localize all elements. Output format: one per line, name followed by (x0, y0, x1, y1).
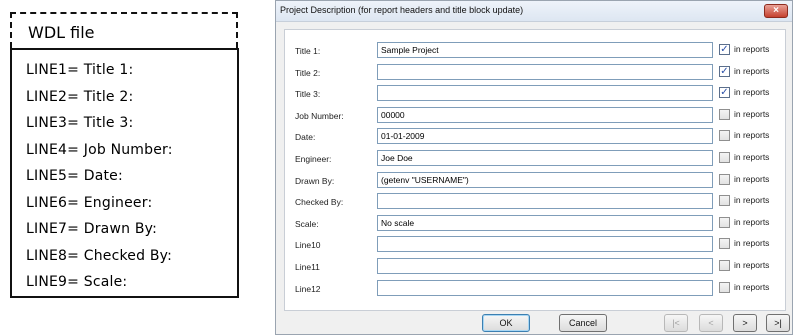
in-reports-label: in reports (734, 216, 770, 227)
field-input[interactable]: Sample Project (377, 42, 713, 58)
checkmark-icon: ✓ (720, 44, 729, 55)
wdl-line: LINE4= Job Number: (26, 141, 173, 158)
field-row: Checked By: in reports (285, 193, 785, 213)
in-reports-label: in reports (734, 173, 770, 184)
field-label: Title 3: (295, 89, 321, 100)
in-reports-checkbox[interactable] (719, 238, 730, 250)
in-reports-checkbox[interactable]: ✓ (719, 65, 730, 77)
wdl-line: LINE6= Engineer: (26, 194, 153, 211)
last-record-button[interactable]: >| (766, 314, 790, 332)
cancel-button[interactable]: Cancel (559, 314, 607, 332)
field-input[interactable]: No scale (377, 214, 713, 231)
field-row: Line12 in reports (285, 279, 785, 300)
field-label: Date: (295, 132, 316, 143)
field-label: Title 1: (295, 46, 321, 56)
field-label: Job Number: (295, 110, 344, 121)
field-row: Drawn By: (getenv "USERNAME") in reports (285, 171, 785, 192)
wdl-line: LINE9= Scale: (26, 274, 128, 290)
in-reports-checkbox[interactable]: ✓ (719, 87, 730, 99)
field-input[interactable]: (getenv "USERNAME") (377, 171, 713, 188)
field-label: Engineer: (295, 154, 332, 164)
wdl-line: LINE2= Title 2: (26, 88, 134, 105)
field-input[interactable] (377, 236, 713, 253)
in-reports-checkbox[interactable] (719, 281, 730, 293)
field-label: Line10 (295, 240, 321, 251)
in-reports-checkbox[interactable] (719, 152, 730, 163)
close-button[interactable]: × (764, 4, 788, 18)
ok-button[interactable]: OK (482, 314, 530, 332)
in-reports-label: in reports (734, 87, 770, 98)
fields-panel: Title 1: Sample Project ✓ in reports Title 2… (284, 29, 786, 311)
checkmark-icon: ✓ (720, 65, 729, 77)
field-input[interactable]: 01-01-2009 (377, 128, 713, 145)
wdl-line: LINE8= Checked By: (26, 247, 173, 264)
field-input[interactable]: 00000 (377, 106, 713, 123)
field-input[interactable] (377, 85, 713, 102)
field-input[interactable] (377, 193, 713, 210)
field-input[interactable] (377, 279, 713, 296)
wdl-file-header: WDL file (10, 12, 238, 48)
checkmark-icon: ✓ (720, 87, 729, 99)
field-row: Title 1: Sample Project ✓ in reports (285, 42, 785, 62)
in-reports-label: in reports (734, 152, 770, 162)
field-row: Title 3: ✓ in reports (285, 85, 785, 105)
field-label: Scale: (295, 218, 319, 229)
field-row: Line11 in reports (285, 258, 785, 278)
in-reports-label: in reports (734, 108, 770, 119)
in-reports-checkbox[interactable]: ✓ (719, 44, 730, 55)
in-reports-label: in reports (734, 260, 770, 270)
in-reports-label: in reports (734, 281, 770, 292)
field-label: Drawn By: (295, 175, 335, 186)
in-reports-label: in reports (734, 195, 770, 206)
wdl-file-title: WDL file (28, 23, 95, 42)
wdl-file-content: LINE1= Title 1: LINE2= Title 2: LINE3= T… (10, 48, 239, 298)
in-reports-label: in reports (734, 130, 770, 141)
first-record-button[interactable]: |< (664, 314, 688, 332)
field-label: Line12 (295, 283, 321, 294)
in-reports-checkbox[interactable] (719, 260, 730, 271)
wdl-line: LINE3= Title 3: (26, 115, 134, 131)
close-icon: × (773, 5, 779, 16)
field-row: Line10 in reports (285, 236, 785, 256)
field-label: Line11 (295, 262, 320, 272)
in-reports-checkbox[interactable] (719, 216, 730, 228)
field-label: Title 2: (295, 67, 321, 78)
in-reports-label: in reports (734, 238, 770, 249)
field-row: Title 2: ✓ in reports (285, 63, 785, 84)
field-row: Date: 01-01-2009 in reports (285, 128, 785, 148)
in-reports-label: in reports (734, 44, 770, 54)
in-reports-label: in reports (734, 65, 770, 76)
wdl-line: LINE7= Drawn By: (26, 221, 158, 237)
field-input[interactable] (377, 63, 713, 80)
previous-record-button[interactable]: < (699, 314, 723, 332)
field-row: Job Number: 00000 in reports (285, 106, 785, 127)
in-reports-checkbox[interactable] (719, 130, 730, 142)
dialog-titlebar[interactable]: Project Description (for report headers … (276, 1, 792, 22)
wdl-line: LINE5= Date: (26, 168, 123, 184)
project-description-dialog: Project Description (for report headers … (275, 0, 793, 335)
field-row: Scale: No scale in reports (285, 214, 785, 235)
next-record-button[interactable]: > (733, 314, 757, 332)
field-label: Checked By: (295, 197, 344, 208)
wdl-line: LINE1= Title 1: (26, 62, 134, 78)
field-input[interactable]: Joe Doe (377, 150, 713, 166)
in-reports-checkbox[interactable] (719, 173, 730, 185)
in-reports-checkbox[interactable] (719, 108, 730, 120)
field-input[interactable] (377, 258, 713, 274)
field-row: Engineer: Joe Doe in reports (285, 150, 785, 170)
dialog-title: Project Description (for report headers … (280, 5, 524, 15)
in-reports-checkbox[interactable] (719, 195, 730, 207)
